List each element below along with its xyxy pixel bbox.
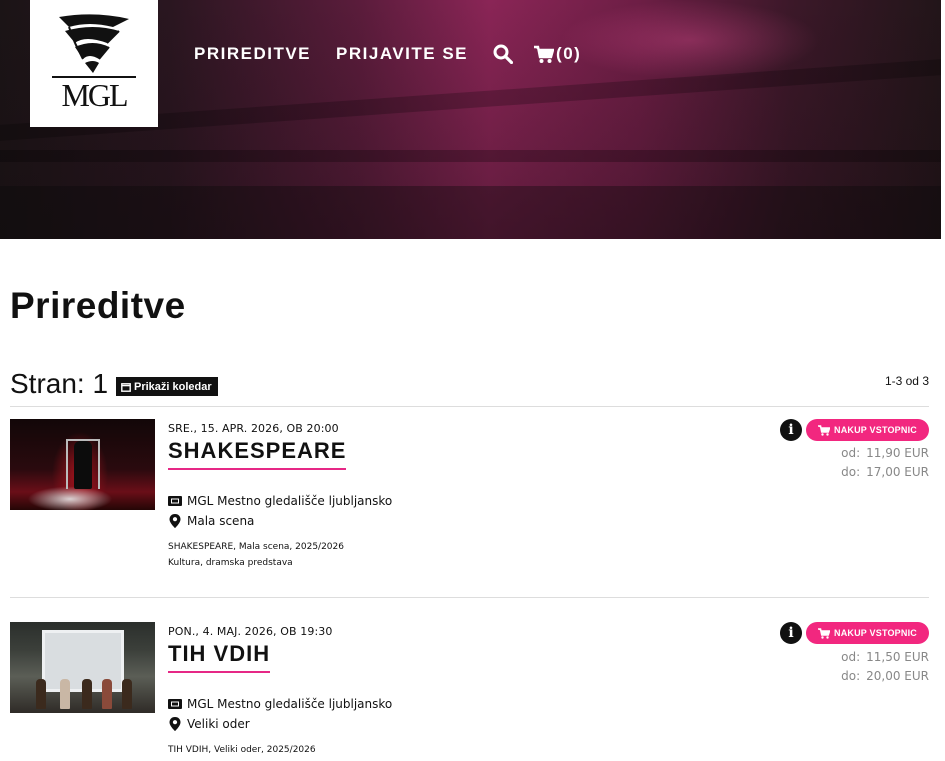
calendar-icon bbox=[121, 382, 131, 392]
cart-icon bbox=[818, 627, 830, 639]
divider bbox=[10, 406, 929, 407]
info-button[interactable]: i bbox=[780, 419, 802, 441]
event-title[interactable]: TIH VDIH bbox=[168, 641, 271, 673]
page-title: Prireditve bbox=[10, 285, 186, 326]
nav-events-link[interactable]: PRIREDITVE bbox=[194, 44, 311, 64]
logo-wordmark: MGL bbox=[61, 76, 128, 113]
buy-tickets-label: NAKUP VSTOPNIC bbox=[834, 628, 917, 638]
divider bbox=[10, 597, 929, 598]
buy-tickets-button[interactable]: NAKUP VSTOPNIC bbox=[806, 622, 929, 644]
event-card: SRE., 15. APR. 2026, OB 20:00 SHAKESPEAR… bbox=[10, 419, 929, 589]
event-stage: Veliki oder bbox=[168, 717, 250, 731]
event-date: PON., 4. MAJ. 2026, OB 19:30 bbox=[168, 625, 333, 638]
cart-icon bbox=[534, 45, 555, 63]
event-meta: SHAKESPEARE, Mala scena, 2025/2026 bbox=[168, 542, 344, 552]
event-venue: MGL Mestno gledališče ljubljansko bbox=[168, 494, 392, 508]
event-date: SRE., 15. APR. 2026, OB 20:00 bbox=[168, 422, 339, 435]
price-from: od: 11,90 EUR bbox=[841, 446, 929, 460]
event-thumbnail[interactable] bbox=[10, 419, 155, 510]
event-stage-label: Mala scena bbox=[187, 514, 255, 528]
result-count: 1-3 od 3 bbox=[884, 374, 929, 388]
event-venue: MGL Mestno gledališče ljubljansko bbox=[168, 697, 392, 711]
event-thumbnail[interactable] bbox=[10, 622, 155, 713]
price-from: od: 11,50 EUR bbox=[841, 650, 929, 664]
location-pin-icon bbox=[169, 717, 181, 731]
event-venue-label: MGL Mestno gledališče ljubljansko bbox=[187, 697, 393, 711]
ticket-icon bbox=[168, 496, 182, 506]
pager-label: Stran: 1 bbox=[10, 368, 109, 399]
event-stage: Mala scena bbox=[168, 514, 254, 528]
location-pin-icon bbox=[169, 514, 181, 528]
cart-icon bbox=[818, 424, 830, 436]
cart-button[interactable]: (0) bbox=[534, 44, 581, 64]
site-logo[interactable]: MGL bbox=[30, 0, 158, 127]
price-to: do: 20,00 EUR bbox=[841, 669, 929, 683]
info-button[interactable]: i bbox=[780, 622, 802, 644]
pager-row: Stran: 1 Prikaži koledar 1-3 od 3 bbox=[10, 368, 930, 402]
ticket-icon bbox=[168, 699, 182, 709]
event-category: Kultura, dramska predstava bbox=[168, 558, 293, 568]
event-meta: TIH VDIH, Veliki oder, 2025/2026 bbox=[168, 745, 316, 755]
event-card: PON., 4. MAJ. 2026, OB 19:30 TIH VDIH MG… bbox=[10, 622, 929, 761]
buy-tickets-button[interactable]: NAKUP VSTOPNIC bbox=[806, 419, 929, 441]
search-icon[interactable] bbox=[493, 44, 514, 64]
price-to: do: 17,00 EUR bbox=[841, 465, 929, 479]
cart-count: (0) bbox=[556, 44, 582, 63]
mgl-emblem-icon bbox=[59, 13, 129, 73]
event-venue-label: MGL Mestno gledališče ljubljansko bbox=[187, 494, 393, 508]
main-nav: PRIREDITVE PRIJAVITE SE (0) bbox=[194, 44, 581, 64]
event-title[interactable]: SHAKESPEARE bbox=[168, 438, 347, 470]
event-stage-label: Veliki oder bbox=[187, 717, 250, 731]
nav-login-link[interactable]: PRIJAVITE SE bbox=[336, 44, 468, 64]
buy-tickets-label: NAKUP VSTOPNIC bbox=[834, 425, 917, 435]
show-calendar-button[interactable]: Prikaži koledar bbox=[116, 377, 218, 396]
show-calendar-label: Prikaži koledar bbox=[134, 380, 212, 393]
